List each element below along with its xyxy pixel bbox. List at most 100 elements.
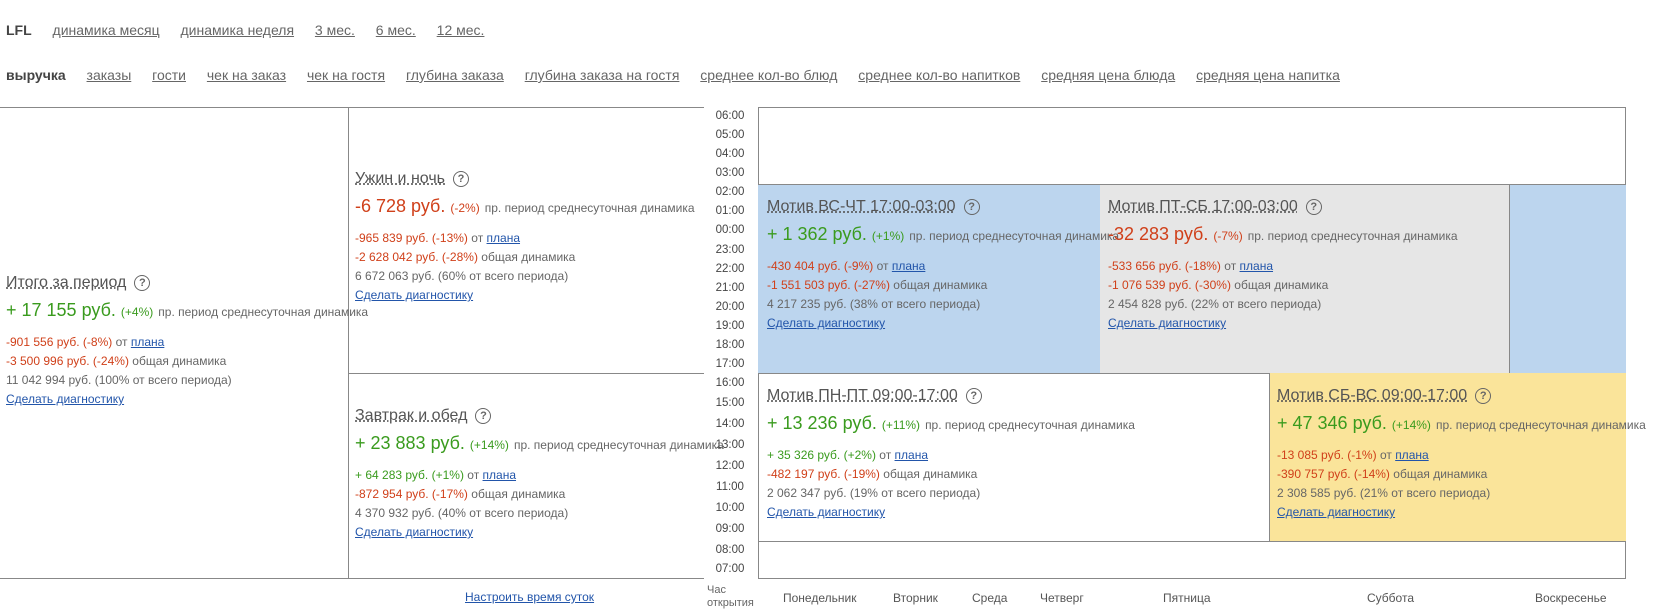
hour-label: 03:00: [715, 167, 745, 179]
day-wednesday: Среда: [972, 591, 1008, 605]
plan-value: -13 085 руб. (-1%): [1277, 448, 1377, 462]
plan-link[interactable]: плана: [892, 259, 925, 273]
plan-text: от: [471, 231, 484, 245]
help-icon[interactable]: ?: [475, 408, 492, 424]
nav-metric-avg-dish-price[interactable]: средняя цена блюда: [1041, 67, 1175, 83]
diagnostics-link[interactable]: Сделать диагностику: [6, 392, 124, 406]
plan-text: от: [1224, 259, 1237, 273]
diagnostics-link[interactable]: Сделать диагностику: [355, 525, 473, 539]
block-title[interactable]: Мотив ВС-ЧТ 17:00-03:00: [767, 198, 956, 215]
plan-link[interactable]: плана: [483, 468, 516, 482]
share-text: 4 217 235 руб. (38% от всего периода): [767, 297, 981, 311]
main-desc: пр. период среднесуточная динамика: [158, 305, 369, 319]
nav-metric-revenue[interactable]: выручка: [6, 67, 66, 83]
help-icon[interactable]: ?: [1475, 388, 1492, 404]
nav-metric-avg-drink-price[interactable]: средняя цена напитка: [1196, 67, 1340, 83]
nav-metric-check-guest[interactable]: чек на гостя: [307, 67, 385, 83]
block-title[interactable]: Мотив ПН-ПТ 09:00-17:00: [767, 387, 958, 404]
plan-value: -430 404 руб. (-9%): [767, 259, 874, 273]
diagnostics-link[interactable]: Сделать диагностику: [1108, 316, 1226, 330]
hour-label: 16:00: [715, 377, 745, 389]
breakfast-block: Завтрак и обед? + 23 883 руб. (+14%) пр.…: [355, 407, 724, 542]
day-friday: Пятница: [1163, 591, 1211, 605]
main-value: + 47 346 руб.: [1277, 413, 1387, 433]
help-icon[interactable]: ?: [453, 171, 469, 187]
main-pct: (-7%): [1213, 229, 1243, 243]
plan-text: от: [1379, 448, 1392, 462]
main-desc: пр. период среднесуточная динамика: [513, 438, 724, 452]
diagnostics-link[interactable]: Сделать диагностику: [767, 316, 885, 330]
plan-value: + 64 283 руб. (+1%): [355, 468, 464, 482]
general-text: общая динамика: [132, 354, 227, 368]
diagnostics-link[interactable]: Сделать диагностику: [1277, 505, 1395, 519]
hour-label: 00:00: [715, 224, 745, 236]
day-thursday: Четверг: [1040, 591, 1084, 605]
block-title[interactable]: Завтрак и обед: [355, 407, 467, 424]
general-text: общая динамика: [471, 487, 566, 501]
main-pct: (+14%): [1391, 418, 1431, 432]
opening-hour-label: Час открытия: [707, 584, 754, 610]
main-value: + 23 883 руб.: [355, 433, 465, 453]
block-title[interactable]: Мотив СБ-ВС 09:00-17:00: [1277, 387, 1467, 404]
main-value: -6 728 руб.: [355, 196, 446, 216]
general-text: общая динамика: [1234, 278, 1329, 292]
help-icon[interactable]: ?: [963, 199, 980, 215]
nav-period-12m[interactable]: 12 мес.: [437, 22, 485, 38]
plan-link[interactable]: плана: [1240, 259, 1273, 273]
diagnostics-link[interactable]: Сделать диагностику: [767, 505, 885, 519]
nav-metric-guests[interactable]: гости: [152, 67, 186, 83]
motive-vs-cht-block: Мотив ВС-ЧТ 17:00-03:00? + 1 362 руб. (+…: [767, 198, 1119, 333]
nav-period-6m[interactable]: 6 мес.: [376, 22, 416, 38]
block-title[interactable]: Мотив ПТ-СБ 17:00-03:00: [1108, 198, 1298, 215]
main-desc: пр. период среднесуточная динамика: [1435, 418, 1646, 432]
plan-link[interactable]: плана: [1395, 448, 1428, 462]
plan-value: -965 839 руб. (-13%): [355, 231, 468, 245]
main-desc: пр. период среднесуточная динамика: [484, 201, 695, 215]
motive-pt-sb-block: Мотив ПТ-СБ 17:00-03:00? -32 283 руб. (-…: [1108, 198, 1458, 333]
nav-metric-avg-drinks[interactable]: среднее кол-во напитков: [858, 67, 1020, 83]
nav-metric-order-depth[interactable]: глубина заказа: [406, 67, 504, 83]
hour-label: 07:00: [715, 563, 745, 575]
general-value: -1 076 539 руб. (-30%): [1108, 278, 1231, 292]
metric-nav: выручка заказы гости чек на заказ чек на…: [6, 67, 1357, 83]
main-value: + 1 362 руб.: [767, 224, 867, 244]
plan-link[interactable]: плана: [895, 448, 928, 462]
help-icon[interactable]: ?: [965, 388, 982, 404]
nav-period-week[interactable]: динамика неделя: [181, 22, 295, 38]
share-text: 4 370 932 руб. (40% от всего периода): [355, 506, 569, 520]
nav-period-lfl[interactable]: LFL: [6, 22, 32, 38]
nav-period-3m[interactable]: 3 мес.: [315, 22, 355, 38]
hour-label: 17:00: [715, 358, 745, 370]
hour-label: 21:00: [715, 282, 745, 294]
nav-metric-order-depth-guest[interactable]: глубина заказа на гостя: [525, 67, 680, 83]
plan-value: + 35 326 руб. (+2%): [767, 448, 876, 462]
nav-metric-orders[interactable]: заказы: [87, 67, 132, 83]
diagnostics-link[interactable]: Сделать диагностику: [355, 288, 473, 302]
plan-value: -901 556 руб. (-8%): [6, 335, 113, 349]
day-tuesday: Вторник: [893, 591, 938, 605]
day-monday: Понедельник: [783, 591, 857, 605]
nav-period-month[interactable]: динамика месяц: [53, 22, 160, 38]
general-text: общая динамика: [1393, 467, 1488, 481]
motive-pn-pt-block: Мотив ПН-ПТ 09:00-17:00? + 13 236 руб. (…: [767, 387, 1135, 522]
general-text: общая динамика: [893, 278, 988, 292]
plan-text: от: [467, 468, 480, 482]
period-nav: LFL динамика месяц динамика неделя 3 мес…: [6, 22, 501, 38]
help-icon[interactable]: ?: [1305, 199, 1322, 215]
configure-time-link[interactable]: Настроить время суток: [465, 590, 594, 604]
main-pct: (+4%): [120, 305, 154, 319]
main-desc: пр. период среднесуточная динамика: [1247, 229, 1458, 243]
nav-metric-avg-dishes[interactable]: среднее кол-во блюд: [700, 67, 837, 83]
share-text: 2 454 828 руб. (22% от всего периода): [1108, 297, 1322, 311]
plan-link[interactable]: плана: [487, 231, 520, 245]
block-title[interactable]: Итого за период: [6, 274, 126, 291]
block-title[interactable]: Ужин и ночь: [355, 170, 445, 187]
main-pct: (+14%): [469, 438, 509, 452]
motive-sb-vs-block: Мотив СБ-ВС 09:00-17:00? + 47 346 руб. (…: [1277, 387, 1646, 522]
hour-label: 20:00: [715, 301, 745, 313]
hour-label: 18:00: [715, 339, 745, 351]
plan-link[interactable]: плана: [131, 335, 164, 349]
help-icon[interactable]: ?: [134, 275, 151, 291]
hour-label: 04:00: [715, 148, 745, 160]
nav-metric-check-order[interactable]: чек на заказ: [207, 67, 286, 83]
